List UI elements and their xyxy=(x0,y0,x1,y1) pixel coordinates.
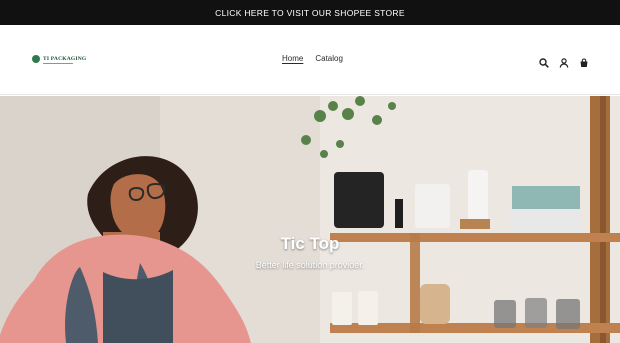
hero-background-image xyxy=(0,96,620,343)
announcement-bar[interactable]: CLICK HERE TO VISIT OUR SHOPEE STORE xyxy=(0,0,620,25)
site-header: TI PACKAGING Home Catalog xyxy=(0,25,620,95)
header-icons xyxy=(539,55,589,68)
search-icon[interactable] xyxy=(539,55,549,68)
main-nav: Home Catalog xyxy=(282,54,343,63)
announcement-text[interactable]: CLICK HERE TO VISIT OUR SHOPEE STORE xyxy=(215,8,405,18)
logo-text: TI PACKAGING xyxy=(43,56,87,62)
hero-subtitle: Better life solution provider. xyxy=(255,260,365,270)
account-icon[interactable] xyxy=(559,55,569,68)
logo[interactable]: TI PACKAGING xyxy=(32,55,87,64)
logo-tagline-line xyxy=(43,63,73,64)
hero-title: Tic Top xyxy=(280,234,340,253)
hero-banner: Tic Top Better life solution provider. xyxy=(0,96,620,343)
cart-icon[interactable] xyxy=(579,55,589,67)
nav-item-catalog[interactable]: Catalog xyxy=(315,54,343,63)
nav-item-home[interactable]: Home xyxy=(282,54,303,63)
logo-mark-icon xyxy=(32,55,40,63)
